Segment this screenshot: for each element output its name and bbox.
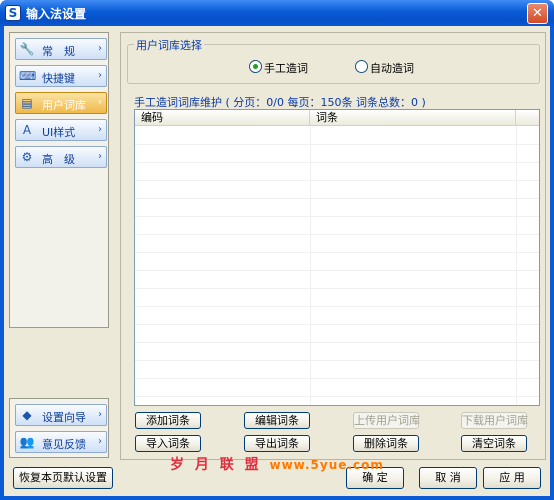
dialog-window: S 输入法设置 ✕ 🔧 常 规 › ⌨ 快捷键 › ▤ 用户词库 › A UI样… [0, 0, 554, 500]
sidebar-item-advanced[interactable]: ⚙ 高 级 › [15, 146, 107, 168]
grid-row-line [135, 162, 539, 163]
title-bar[interactable]: S 输入法设置 ✕ [0, 0, 554, 26]
wrench-icon: 🔧 [19, 42, 35, 56]
upload-lexicon-button[interactable]: 上传用户词库 [353, 412, 420, 429]
maintenance-title: 手工造词词库维护 ( 分页：0/0 每页：150条 词条总数：0 ) [134, 96, 426, 109]
chevron-right-icon: › [98, 43, 102, 54]
import-entries-button[interactable]: 导入词条 [135, 435, 201, 452]
radio-label: 手工造词 [264, 62, 308, 75]
sidebar-bottom: ◆ 设置向导 › 👥 意见反馈 › [9, 398, 109, 458]
grid-row-line [135, 360, 539, 361]
grid-divider [516, 126, 517, 405]
chevron-right-icon: › [98, 409, 102, 420]
grid-row-line [135, 180, 539, 181]
edit-entry-button[interactable]: 编辑词条 [244, 412, 310, 429]
add-entry-button[interactable]: 添加词条 [135, 412, 201, 429]
download-lexicon-button[interactable]: 下载用户词库 [461, 412, 528, 429]
sidebar-item-general[interactable]: 🔧 常 规 › [15, 38, 107, 60]
watermark: 岁 月 联 盟 www.5yue.com [170, 454, 384, 474]
chevron-right-icon: › [98, 124, 102, 135]
sidebar: 🔧 常 规 › ⌨ 快捷键 › ▤ 用户词库 › A UI样式 › ⚙ 高 级 [9, 32, 109, 328]
sidebar-item-setup-wizard[interactable]: ◆ 设置向导 › [15, 404, 107, 426]
chevron-right-icon: › [98, 97, 102, 108]
apply-button[interactable]: 应 用 [483, 467, 541, 489]
delete-entry-button[interactable]: 删除词条 [353, 435, 419, 452]
watermark-text: 岁 月 联 盟 [170, 457, 262, 473]
sidebar-item-label: 高 级 [42, 153, 75, 166]
grid-row-line [135, 396, 539, 397]
grid-row-line [135, 252, 539, 253]
grid-row-line [135, 270, 539, 271]
table-header: 编码 词条 [135, 110, 539, 126]
watermark-url: www.5yue.com [269, 458, 384, 472]
lexicon-table[interactable]: 编码 词条 [134, 109, 540, 406]
grid-row-line [135, 144, 539, 145]
grid-row-line [135, 198, 539, 199]
radio-auto[interactable]: 自动造词 [355, 60, 425, 75]
sidebar-item-user-lexicon[interactable]: ▤ 用户词库 › [15, 92, 107, 114]
chevron-right-icon: › [98, 70, 102, 81]
sidebar-item-label: 设置向导 [42, 411, 86, 424]
grid-divider [310, 126, 311, 405]
chevron-right-icon: › [98, 436, 102, 447]
clear-entries-button[interactable]: 清空词条 [461, 435, 527, 452]
sidebar-item-label: 快捷键 [42, 72, 75, 85]
sidebar-item-label: 常 规 [42, 45, 75, 58]
grid-row-line [135, 378, 539, 379]
radio-unchecked-icon [355, 60, 368, 73]
grid-row-line [135, 288, 539, 289]
lexicon-select-title: 用户词库选择 [134, 37, 204, 53]
grid-row-line [135, 324, 539, 325]
column-header-entry[interactable]: 词条 [310, 110, 516, 126]
export-entries-button[interactable]: 导出词条 [244, 435, 310, 452]
gear-icon: ⚙ [21, 150, 33, 164]
feedback-icon: 👥 [19, 435, 35, 449]
grid-row-line [135, 216, 539, 217]
sidebar-item-hotkeys[interactable]: ⌨ 快捷键 › [15, 65, 107, 87]
wizard-icon: ◆ [22, 408, 32, 422]
keyboard-icon: ⌨ [19, 69, 37, 83]
window-title: 输入法设置 [26, 7, 87, 21]
sidebar-item-label: UI样式 [42, 126, 76, 139]
grid-row-line [135, 342, 539, 343]
cancel-button[interactable]: 取 消 [419, 467, 477, 489]
close-button[interactable]: ✕ [527, 3, 548, 24]
book-icon: ▤ [21, 96, 33, 110]
palette-icon: A [22, 123, 32, 137]
radio-checked-icon [249, 60, 262, 73]
sidebar-item-ui-style[interactable]: A UI样式 › [15, 119, 107, 141]
sidebar-item-label: 意见反馈 [42, 438, 86, 451]
radio-label: 自动造词 [370, 62, 414, 75]
app-icon: S [5, 5, 21, 21]
grid-row-line [135, 306, 539, 307]
radio-manual[interactable]: 手工造词 [249, 60, 319, 75]
client-area: 🔧 常 规 › ⌨ 快捷键 › ▤ 用户词库 › A UI样式 › ⚙ 高 级 [4, 26, 550, 496]
reset-defaults-button[interactable]: 恢复本页默认设置 [13, 467, 113, 489]
grid-row-line [135, 234, 539, 235]
sidebar-item-feedback[interactable]: 👥 意见反馈 › [15, 431, 107, 453]
column-header-code[interactable]: 编码 [135, 110, 310, 126]
chevron-right-icon: › [98, 151, 102, 162]
sidebar-item-label: 用户词库 [42, 99, 86, 112]
